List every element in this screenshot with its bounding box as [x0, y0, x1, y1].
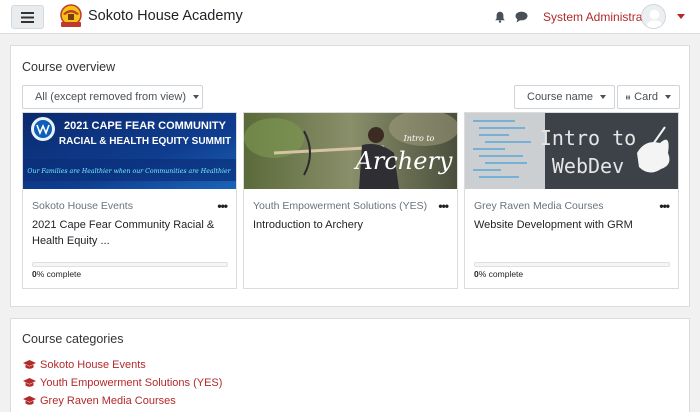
course-category: Sokoto House Events	[32, 200, 133, 212]
course-card[interactable]: Intro to Archery Youth Empowerment Solut…	[243, 112, 458, 289]
messages-icon[interactable]	[515, 11, 528, 23]
avatar-icon	[646, 9, 663, 28]
category-link[interactable]: Youth Empowerment Solutions (YES)	[23, 377, 222, 389]
user-menu-name[interactable]: System Administrator	[543, 10, 656, 24]
view-label: Card	[634, 91, 658, 103]
avatar[interactable]	[641, 4, 666, 29]
course-category: Youth Empowerment Solutions (YES)	[253, 200, 428, 212]
menu-icon	[21, 11, 34, 23]
course-image[interactable]: Intro to WebDev	[465, 113, 678, 189]
filter-dropdown[interactable]: All (except removed from view)	[22, 85, 203, 109]
category-link-label: Youth Empowerment Solutions (YES)	[40, 377, 223, 389]
category-link-label: Sokoto House Events	[40, 359, 146, 371]
course-image-line-2: WebDev	[552, 154, 624, 178]
site-logo[interactable]	[58, 4, 84, 28]
menu-toggle-button[interactable]	[11, 5, 44, 29]
course-image-title-2: RACIAL & HEALTH EQUITY SUMMIT	[59, 136, 231, 147]
course-overview-block: Course overview All (except removed from…	[10, 45, 690, 307]
course-actions-menu[interactable]: •••	[438, 199, 449, 213]
course-category: Grey Raven Media Courses	[474, 200, 604, 212]
category-link[interactable]: Grey Raven Media Courses	[23, 395, 176, 407]
course-card[interactable]: Intro to WebDev Grey Raven Media Courses…	[464, 112, 679, 289]
course-categories-block: Course categories Sokoto House Events Yo…	[10, 318, 690, 412]
filter-label: All (except removed from view)	[35, 91, 186, 103]
graduation-cap-icon	[23, 378, 36, 387]
course-image-title-1: 2021 CAPE FEAR COMMUNITY	[64, 120, 227, 132]
course-progress-bar	[474, 262, 670, 267]
course-name-link[interactable]: Website Development with GRM	[474, 217, 669, 233]
course-name-link[interactable]: 2021 Cape Fear Community Racial & Health…	[32, 217, 227, 249]
graduation-cap-icon	[23, 396, 36, 405]
site-name[interactable]: Sokoto House Academy	[88, 8, 243, 24]
top-navbar: Sokoto House Academy System Administrato…	[0, 0, 700, 34]
chevron-down-icon	[665, 95, 671, 99]
course-image-text-small: Intro to	[403, 134, 435, 143]
chevron-down-icon[interactable]	[677, 14, 685, 19]
category-link[interactable]: Sokoto House Events	[23, 359, 146, 371]
course-name-link[interactable]: Introduction to Archery	[253, 217, 448, 233]
course-actions-menu[interactable]: •••	[659, 199, 670, 213]
graduation-cap-icon	[23, 360, 36, 369]
sort-label: Course name	[527, 91, 594, 103]
chevron-down-icon	[193, 95, 199, 99]
chevron-down-icon	[600, 95, 607, 99]
course-progress-text: 0% complete	[474, 269, 524, 279]
course-overview-title: Course overview	[22, 60, 116, 74]
course-image-line-1: Intro to	[540, 126, 636, 150]
course-progress-bar	[32, 262, 228, 267]
course-image-text-big: Archery	[354, 147, 453, 175]
course-image-tagline: Our Families are Healthier when our Comm…	[27, 168, 231, 175]
sort-dropdown[interactable]: Course name	[514, 85, 615, 109]
course-card[interactable]: 2021 CAPE FEAR COMMUNITY RACIAL & HEALTH…	[22, 112, 237, 289]
view-dropdown[interactable]: Card	[617, 85, 680, 109]
category-link-label: Grey Raven Media Courses	[40, 395, 176, 407]
course-image[interactable]: Intro to Archery	[244, 113, 457, 189]
course-progress-text: 0% complete	[32, 269, 82, 279]
notification-bell-icon[interactable]	[494, 11, 506, 23]
course-image[interactable]: 2021 CAPE FEAR COMMUNITY RACIAL & HEALTH…	[23, 113, 236, 189]
course-actions-menu[interactable]: •••	[217, 199, 228, 213]
grid-icon	[626, 95, 631, 99]
course-categories-title: Course categories	[22, 332, 124, 346]
